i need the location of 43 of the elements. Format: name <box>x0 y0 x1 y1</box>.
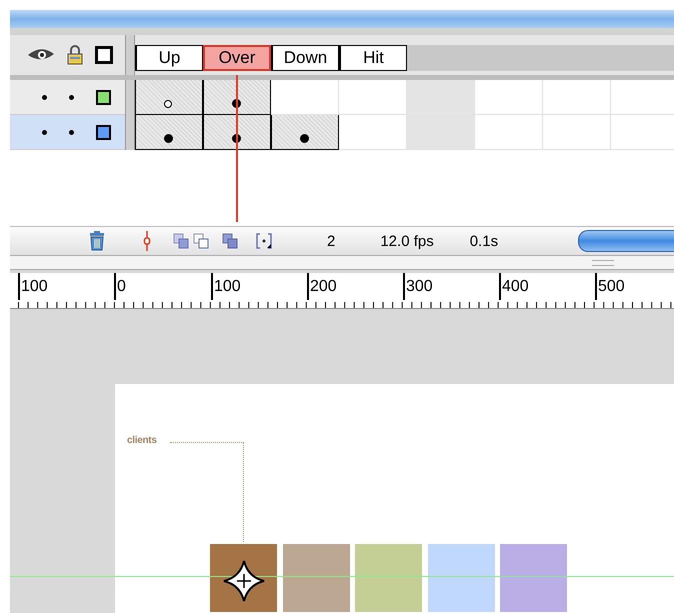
ruler-label: 300 <box>403 273 499 300</box>
move-cursor-icon <box>222 559 266 603</box>
playhead-center-icon[interactable] <box>143 231 151 251</box>
color-block[interactable] <box>282 544 350 612</box>
layer-row[interactable] <box>10 115 125 150</box>
visibility-dot[interactable] <box>42 130 47 134</box>
onion-markers-icon[interactable] <box>256 233 272 249</box>
current-frame: 2 <box>327 232 336 250</box>
lock-dot[interactable] <box>69 130 74 134</box>
button-label: clients <box>127 435 157 446</box>
frame-cell[interactable] <box>135 80 203 115</box>
ruler-label: 400 <box>499 273 595 300</box>
ruler-label: 100 <box>211 273 307 300</box>
edit-frames-icon[interactable] <box>222 233 238 249</box>
frame-tab[interactable]: Down <box>271 45 339 71</box>
color-block[interactable] <box>428 544 494 612</box>
color-block[interactable] <box>355 544 422 612</box>
resize-grip[interactable] <box>592 260 614 266</box>
ruler-label: 500 <box>595 273 674 300</box>
trash-icon[interactable] <box>88 231 106 251</box>
frame-cell[interactable] <box>271 115 339 150</box>
frame-cell[interactable] <box>135 115 203 150</box>
frame-tab[interactable]: Up <box>135 45 203 71</box>
lock-dot[interactable] <box>69 94 74 100</box>
frame-tab[interactable]: Over <box>203 45 271 71</box>
frame-cell[interactable] <box>203 80 271 115</box>
layer-row[interactable] <box>10 80 125 115</box>
onion-outline-icon[interactable] <box>193 233 209 249</box>
frame-tab[interactable]: Hit <box>339 45 407 71</box>
ruler-label: 100 <box>18 273 114 300</box>
onion-skin-icon[interactable] <box>173 233 189 249</box>
elapsed-time: 0.1s <box>470 232 498 250</box>
color-block[interactable] <box>500 544 567 612</box>
layer-outline-swatch[interactable] <box>96 124 111 140</box>
ruler-label: 200 <box>307 273 403 300</box>
layer-outline-swatch[interactable] <box>96 90 111 104</box>
visibility-dot[interactable] <box>42 94 47 100</box>
frame-cell[interactable] <box>203 115 271 150</box>
lock-icon <box>67 45 83 65</box>
frame-rate: 12.0 fps <box>380 232 434 250</box>
outline-icon <box>95 46 113 64</box>
scroll-thumb[interactable] <box>578 230 674 252</box>
ruler-label: 0 <box>114 273 211 300</box>
